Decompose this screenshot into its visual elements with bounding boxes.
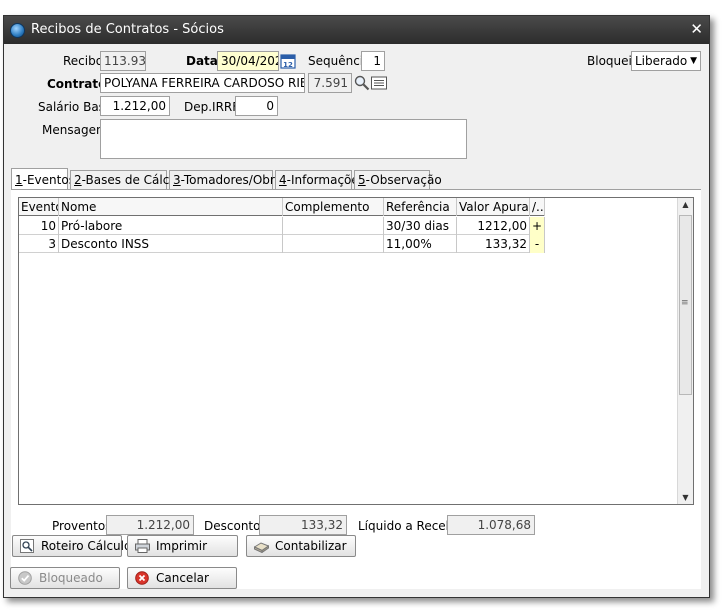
imprimir-button[interactable]: Imprimir [127,535,238,557]
recibo-field[interactable]: 113.933 [100,51,146,71]
data-label: Data [186,54,218,68]
search-icon[interactable] [353,74,371,92]
printer-icon [135,539,150,553]
col-nome[interactable]: Nome [59,198,283,216]
cell-nome: Pró-labore [59,217,283,235]
table-row[interactable]: 10 Pró-labore 30/30 dias 1212,00 + [19,217,545,235]
cancel-icon [135,571,149,585]
list-icon[interactable] [370,74,388,92]
cell-nome: Desconto INSS [59,235,283,253]
bloqueado-label: Bloqueado [39,571,103,585]
roteiro-calculo-label: Roteiro Cálculo [41,539,132,553]
svg-text:12: 12 [283,61,293,69]
grip-icon: ≡ [681,298,689,308]
tab-observacao-label: -Observação [365,173,442,187]
cell-evento: 3 [19,235,59,253]
cell-referencia: 30/30 dias [384,217,457,235]
recibo-label: Recibo [63,54,104,68]
tab-eventos[interactable]: 1-Eventos [11,168,75,190]
tab-informacoes[interactable]: 4-Informações [275,170,365,190]
tab-strip: 1-Eventos 2-Bases de Cálculo 3-Tomadores… [11,168,701,190]
contabilizar-label: Contabilizar [275,539,347,553]
col-valor-apurado[interactable]: Valor Apurado [457,198,530,216]
imprimir-label: Imprimir [156,539,208,553]
title-bar: Recibos de Contratos - Sócios ✕ [4,16,709,44]
check-circle-icon [18,571,32,585]
col-evento[interactable]: Evento [19,198,59,216]
liquido-field: 1.078,68 [447,515,535,535]
tab-tomadores-obras[interactable]: 3-Tomadores/Obras [169,170,288,190]
bloqueio-value: Liberado [635,54,688,68]
app-icon [10,23,25,38]
eventos-grid[interactable]: Evento Nome Complemento Referência Valor… [18,197,694,505]
sequencia-field[interactable]: 1 [361,51,385,71]
mensagens-textarea[interactable] [100,119,467,159]
bloqueio-select[interactable]: Liberado ▼ [631,51,701,71]
cell-valor: 133,32 [457,235,530,253]
descontos-label: Descontos [204,519,267,533]
depirrf-label: Dep.IRRF [184,100,240,114]
cell-complemento [283,217,384,235]
calendar-icon[interactable]: 12 [279,52,297,70]
tab-observacao-key: 5 [358,173,366,187]
tab-bases-calculo[interactable]: 2-Bases de Cálculo [70,170,188,190]
search-icon [20,539,34,553]
cell-valor: 1212,00 [457,217,530,235]
roteiro-calculo-button[interactable]: Roteiro Cálculo [12,535,131,557]
tab-eventos-label: -Eventos [22,173,75,187]
tab-bases-key: 2 [74,173,82,187]
col-referencia[interactable]: Referência [384,198,457,216]
cell-evento: 10 [19,217,59,235]
proventos-label: Proventos [52,519,112,533]
cell-complemento [283,235,384,253]
scroll-down-icon[interactable]: ▼ [678,493,693,502]
contrato-name-field[interactable]: POLYANA FERREIRA CARDOSO RIBEIRO [100,73,305,93]
cancelar-button[interactable]: Cancelar [127,567,237,589]
cell-sinal: + [530,217,545,235]
col-complemento[interactable]: Complemento [283,198,384,216]
chevron-down-icon: ▼ [690,56,697,66]
window-title: Recibos de Contratos - Sócios [31,22,224,37]
descontos-field: 133,32 [259,515,347,535]
table-row[interactable]: 3 Desconto INSS 11,00% 133,32 - [19,235,545,253]
depirrf-field[interactable]: 0 [235,96,278,116]
contrato-code-field[interactable]: 7.591 [308,73,352,93]
scroll-up-icon[interactable]: ▲ [678,200,693,209]
tab-tomadores-label: -Tomadores/Obras [180,173,289,187]
data-field[interactable]: 30/04/2022 [217,51,279,71]
grid-vertical-scrollbar[interactable]: ▲ ≡ ▼ [677,198,693,504]
proventos-field: 1.212,00 [106,515,194,535]
recibos-window: Recibos de Contratos - Sócios ✕ Recibo 1… [3,15,710,598]
bloqueado-button[interactable]: Bloqueado [10,567,120,589]
tab-tomadores-key: 3 [173,173,181,187]
col-sinal[interactable]: /.. [530,198,545,216]
contrato-label: Contrato [47,77,107,91]
contabilizar-button[interactable]: Contabilizar [246,535,356,557]
cell-sinal: - [530,235,545,253]
cancelar-label: Cancelar [156,571,209,585]
close-icon[interactable]: ✕ [690,20,703,38]
salario-field[interactable]: 1.212,00 [100,96,170,116]
tab-eventos-key: 1 [15,173,23,187]
grid-header: Evento Nome Complemento Referência Valor… [19,198,545,216]
tab-observacao[interactable]: 5-Observação [354,170,442,190]
ledger-icon [254,542,269,553]
cell-referencia: 11,00% [384,235,457,253]
tab-informacoes-key: 4 [279,173,287,187]
